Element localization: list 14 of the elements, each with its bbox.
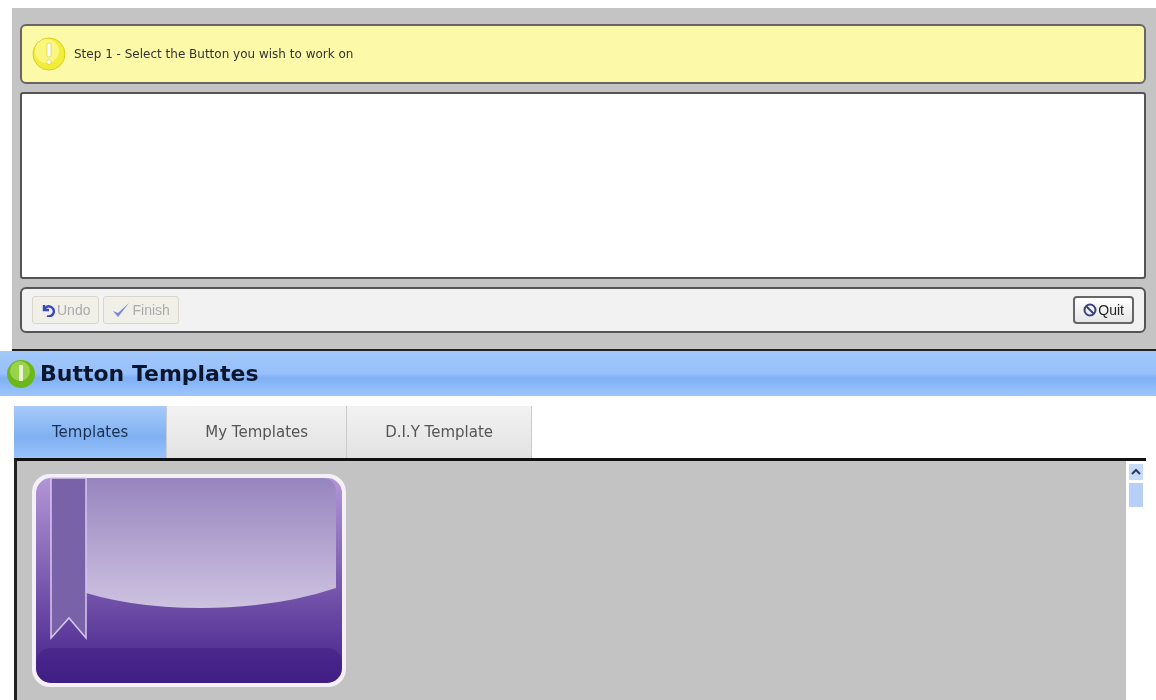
scroll-thumb[interactable] <box>1129 483 1143 507</box>
exclamation-icon <box>32 37 66 71</box>
quit-button[interactable]: Quit <box>1073 296 1134 324</box>
info-icon <box>6 358 36 389</box>
prohibited-icon <box>1083 303 1098 317</box>
tab[interactable]: Templates <box>14 406 168 458</box>
scroll-up-icon <box>1129 464 1143 480</box>
panel-title: Button Templates <box>40 361 259 386</box>
tab[interactable]: My Templates <box>167 406 348 458</box>
check-icon <box>112 302 131 318</box>
tab[interactable]: D.I.Y Template <box>347 406 532 458</box>
undo-icon <box>41 303 55 317</box>
scrollbar[interactable] <box>1126 461 1146 700</box>
step-message: Step 1 - Select the Button you wish to work on <box>74 47 354 61</box>
